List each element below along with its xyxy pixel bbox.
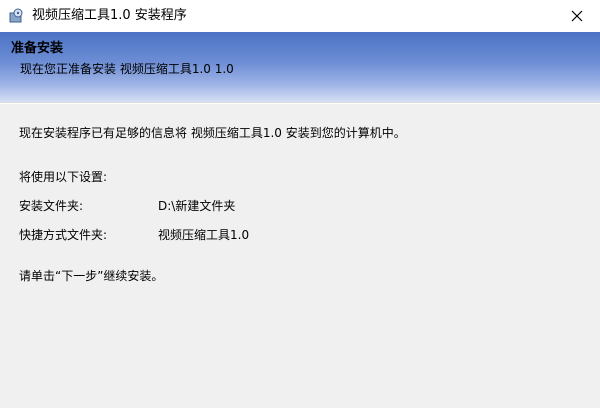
close-icon	[571, 7, 583, 26]
window-title: 视频压缩工具1.0 安装程序	[32, 8, 187, 23]
page-title: 准备安装	[11, 41, 64, 56]
settings-heading: 将使用以下设置:	[19, 170, 108, 184]
install-folder-label: 安装文件夹:	[19, 199, 84, 213]
shortcut-folder-label: 快捷方式文件夹:	[19, 228, 108, 242]
installer-icon	[8, 8, 24, 24]
title-bar: 视频压缩工具1.0 安装程序	[0, 0, 600, 32]
shortcut-folder-value: 视频压缩工具1.0	[158, 228, 250, 242]
content-panel: 现在安装程序已有足够的信息将 视频压缩工具1.0 安装到您的计算机中。 将使用以…	[0, 104, 600, 408]
installer-header-banner: 准备安装 现在您正准备安装 视频压缩工具1.0 1.0	[0, 32, 600, 102]
intro-text: 现在安装程序已有足够的信息将 视频压缩工具1.0 安装到您的计算机中。	[19, 126, 406, 140]
continue-instruction: 请单击“下一步”继续安装。	[19, 269, 164, 283]
close-button[interactable]	[554, 0, 600, 32]
install-folder-value: D:\新建文件夹	[158, 199, 236, 213]
page-subtitle: 现在您正准备安装 视频压缩工具1.0 1.0	[20, 62, 234, 76]
